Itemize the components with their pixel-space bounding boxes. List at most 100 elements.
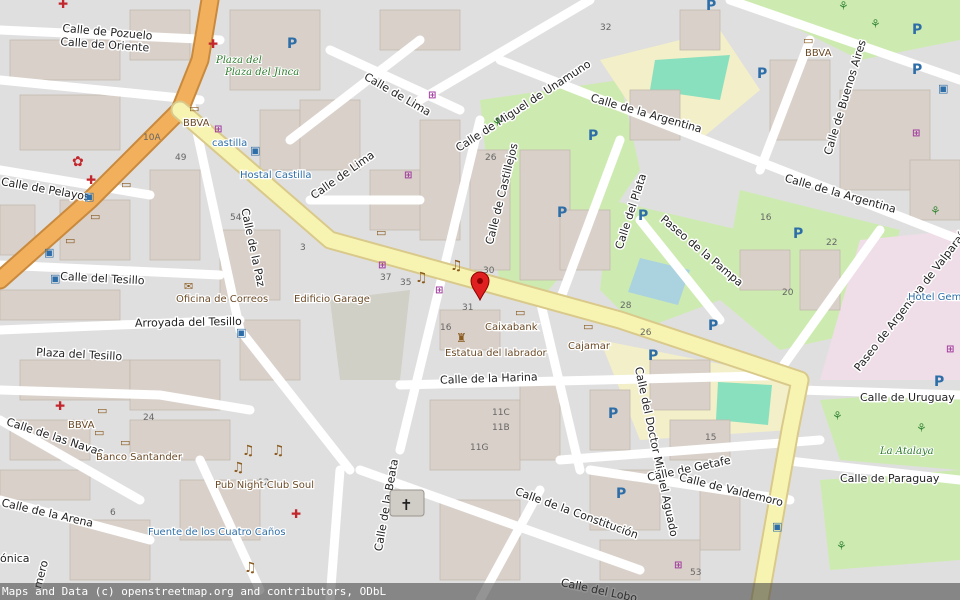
parking-icon: P: [648, 348, 658, 364]
bus-stop-icon: ▣: [50, 272, 60, 285]
svg-text:22: 22: [826, 238, 837, 248]
bank-icon: ▭: [803, 34, 813, 47]
svg-text:11B: 11B: [492, 423, 510, 433]
map-view[interactable]: Calle de Pozuelo Calle de Oriente Calle …: [0, 0, 960, 600]
shop-icon: ⊞: [378, 260, 386, 271]
label-oficina-de-correos: Oficina de Correos: [176, 294, 268, 305]
svg-text:54: 54: [230, 213, 242, 223]
bank-icon: ▭: [515, 306, 525, 319]
svg-text:37: 37: [380, 273, 391, 283]
svg-text:35: 35: [400, 278, 411, 288]
park-area-se: [820, 470, 960, 570]
bank-icon: ▭: [583, 320, 593, 333]
music-venue-icon: ♫: [272, 443, 285, 459]
bank-icon: ▭: [65, 234, 75, 247]
label-la-atalaya: La Atalaya: [879, 446, 934, 457]
svg-text:11C: 11C: [492, 408, 510, 418]
svg-text:53: 53: [690, 568, 701, 578]
first-aid-icon: ✿: [72, 154, 84, 170]
svg-text:26: 26: [485, 153, 497, 163]
parking-icon: P: [706, 0, 716, 14]
map-attribution: Maps and Data (c) openstreetmap.org and …: [0, 583, 960, 600]
label-cajamar: Cajamar: [568, 341, 611, 352]
svg-text:16: 16: [760, 213, 772, 223]
parking-icon: P: [557, 205, 567, 221]
parking-icon: P: [638, 208, 648, 224]
pharmacy-icon: ✚: [55, 399, 65, 413]
shop-icon: ⊞: [404, 170, 412, 181]
bank-icon: ▭: [97, 404, 107, 417]
bank-icon: ▭: [120, 436, 130, 449]
svg-text:20: 20: [782, 288, 794, 298]
music-venue-icon: ♫: [242, 443, 255, 459]
label-banco-santander: Banco Santander: [96, 452, 183, 463]
label-castilla: castilla: [212, 138, 247, 149]
playground-icon: ⚘: [870, 17, 881, 31]
playground-icon: ⚘: [492, 115, 503, 129]
label-calle-de-paraguay: Calle de Paraguay: [840, 472, 940, 485]
bank-icon: ▭: [94, 426, 104, 439]
label-bbva-2: BBVA: [68, 420, 95, 431]
shop-icon: ⊞: [912, 128, 920, 139]
svg-text:31: 31: [462, 303, 473, 313]
parking-icon: P: [588, 128, 598, 144]
bus-stop-icon: ▣: [44, 246, 54, 259]
label-hostal-castilla: Hostal Castilla: [240, 170, 312, 181]
svg-text:11G: 11G: [470, 443, 488, 453]
parking-icon: P: [793, 226, 803, 242]
svg-text:3: 3: [300, 243, 306, 253]
svg-text:32: 32: [600, 23, 611, 33]
bank-icon: ▭: [121, 178, 131, 191]
parking-icon: P: [757, 66, 767, 82]
label-pub-night-club-soul: Pub Night Club Soul: [215, 480, 314, 491]
svg-text:10A: 10A: [143, 133, 161, 143]
svg-text:16: 16: [440, 323, 452, 333]
parking-icon: P: [912, 22, 922, 38]
playground-icon: ⚘: [930, 204, 941, 218]
shop-icon: ⊞: [214, 124, 222, 135]
shop-icon: ⊞: [674, 560, 682, 571]
label-bbva-1: BBVA: [183, 118, 210, 129]
label-onica: ónica: [0, 552, 30, 565]
svg-text:24: 24: [143, 413, 155, 423]
map-canvas: Calle de Pozuelo Calle de Oriente Calle …: [0, 0, 960, 600]
music-venue-icon: ♫: [232, 460, 245, 476]
svg-text:28: 28: [620, 301, 632, 311]
shop-icon: ⊞: [428, 90, 436, 101]
playground-icon: ⚘: [836, 539, 847, 553]
monument-icon: ♜: [456, 331, 467, 345]
label-fuente-cuatro-canos: Fuente de los Cuatro Caños: [148, 527, 286, 538]
parking-icon: P: [708, 318, 718, 334]
bank-icon: ▭: [376, 226, 386, 239]
label-plaza-del-jinca-1: Plaza del: [215, 55, 262, 66]
playground-icon: ⚘: [916, 421, 927, 435]
label-plaza-del-jinca: Plaza del Jinca: [224, 67, 299, 78]
playground-icon: ⚘: [838, 0, 849, 13]
pharmacy-icon: ✚: [291, 507, 301, 521]
bus-stop-icon: ▣: [938, 82, 948, 95]
church-icon: ✝: [400, 496, 413, 514]
parking-icon: P: [934, 374, 944, 390]
parking-icon: P: [608, 406, 618, 422]
label-arroyada-del-tesillo: Arroyada del Tesillo: [135, 315, 242, 330]
post-office-icon: ✉: [184, 280, 193, 293]
parking-icon: P: [287, 36, 297, 52]
bus-stop-icon: ▣: [236, 326, 246, 339]
svg-text:49: 49: [175, 153, 187, 163]
pharmacy-icon: ✚: [86, 173, 96, 187]
pharmacy-icon: ✚: [58, 0, 68, 11]
playground-icon: ⚘: [832, 409, 843, 423]
pharmacy-icon: ✚: [208, 37, 218, 51]
bank-icon: ▭: [189, 102, 199, 115]
shop-icon: ⊞: [435, 285, 443, 296]
shop-icon: ⊞: [946, 344, 954, 355]
svg-text:15: 15: [705, 433, 716, 443]
bus-stop-icon: ▣: [250, 144, 260, 157]
sports-pitch-2: [716, 382, 772, 425]
music-venue-icon: ♫: [415, 270, 428, 286]
label-caixabank: Caixabank: [485, 322, 538, 333]
label-edificio-garage: Edificio Garage: [294, 294, 370, 305]
label-bbva-3: BBVA: [805, 48, 832, 59]
music-venue-icon: ♫: [244, 560, 257, 576]
bus-stop-icon: ▣: [772, 520, 782, 533]
